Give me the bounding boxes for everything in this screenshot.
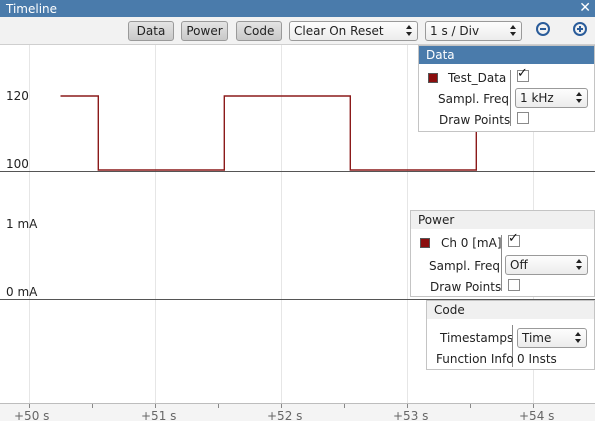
zoom-in-icon[interactable]: [573, 22, 587, 36]
select-arrows-icon: [510, 24, 516, 38]
data-freq-value: 1 kHz: [520, 91, 554, 105]
power-draw-points-checkbox[interactable]: [508, 279, 520, 291]
power-freq-label: Sampl. Freq: [429, 259, 500, 273]
grid-line: [281, 45, 282, 403]
axis-tick: [533, 404, 534, 408]
power-settings-panel: Power Ch 0 [mA] ✓ Sampl. Freq Off Draw P…: [410, 210, 595, 297]
time-axis: +50 s +51 s +52 s +53 s +54 s: [0, 403, 595, 423]
axis-tick: [470, 404, 471, 408]
data-y-label-low: 100: [6, 157, 29, 171]
select-arrows-icon: [575, 331, 581, 345]
data-y-label-high: 120: [6, 89, 29, 103]
code-toggle-button[interactable]: Code: [236, 21, 282, 41]
axis-tick: [29, 404, 30, 408]
time-scale-value: 1 s / Div: [430, 24, 480, 38]
axis-tick: [344, 404, 345, 408]
zoom-out-icon[interactable]: [536, 22, 550, 36]
grid-line: [155, 45, 156, 403]
code-timestamps-value: Time: [522, 331, 552, 345]
power-panel-title: Power: [411, 211, 594, 229]
data-channel-label: Test_Data: [448, 71, 507, 85]
data-draw-points-label: Draw Points: [439, 113, 511, 127]
data-panel-title: Data: [419, 46, 594, 64]
check-icon: ✓: [517, 66, 528, 81]
channel-color-swatch: [428, 73, 438, 83]
power-freq-select[interactable]: Off: [505, 255, 588, 275]
axis-tick: [218, 404, 219, 408]
code-timestamps-label: Timestamps: [440, 331, 514, 345]
window-titlebar: Timeline ✕: [0, 0, 595, 17]
select-arrows-icon: [576, 91, 582, 105]
reset-mode-select[interactable]: Clear On Reset: [289, 21, 418, 41]
data-settings-panel: Data Test_Data ✓ Sampl. Freq 1 kHz Draw …: [418, 45, 595, 132]
toolbar: Data Power Code Clear On Reset 1 s / Div: [0, 17, 595, 45]
channel-color-swatch: [420, 238, 430, 248]
axis-tick: [155, 404, 156, 408]
power-draw-points-label: Draw Points: [430, 280, 502, 294]
code-settings-panel: Code Timestamps Time Function Info 0 Ins…: [426, 300, 595, 370]
data-channel-checkbox[interactable]: ✓: [517, 66, 529, 82]
data-freq-label: Sampl. Freq: [438, 92, 509, 106]
data-freq-select[interactable]: 1 kHz: [515, 88, 588, 108]
power-y-label-low: 0 mA: [6, 285, 38, 299]
code-panel-title: Code: [427, 301, 594, 319]
test-data-series-line: [60, 95, 477, 171]
data-draw-points-checkbox[interactable]: [517, 112, 529, 124]
data-plot-baseline: [0, 171, 595, 172]
grid-line: [407, 45, 408, 403]
check-icon: ✓: [508, 231, 519, 246]
data-toggle-button[interactable]: Data: [128, 21, 174, 41]
reset-mode-value: Clear On Reset: [294, 24, 384, 38]
code-function-info-label: Function Info: [436, 352, 514, 366]
power-freq-value: Off: [510, 258, 528, 272]
power-channel-label: Ch 0 [mA]: [441, 236, 502, 250]
close-icon[interactable]: ✕: [579, 0, 591, 17]
power-y-label-high: 1 mA: [6, 217, 38, 231]
code-function-info-value: 0 Insts: [517, 352, 557, 366]
axis-tick: [92, 404, 93, 408]
power-channel-checkbox[interactable]: ✓: [508, 231, 520, 247]
axis-tick: [281, 404, 282, 408]
axis-tick: [407, 404, 408, 408]
window-title: Timeline: [6, 2, 58, 16]
select-arrows-icon: [576, 258, 582, 272]
power-toggle-button[interactable]: Power: [181, 21, 228, 41]
code-timestamps-select[interactable]: Time: [517, 328, 587, 348]
time-scale-select[interactable]: 1 s / Div: [425, 21, 522, 41]
select-arrows-icon: [406, 24, 412, 38]
